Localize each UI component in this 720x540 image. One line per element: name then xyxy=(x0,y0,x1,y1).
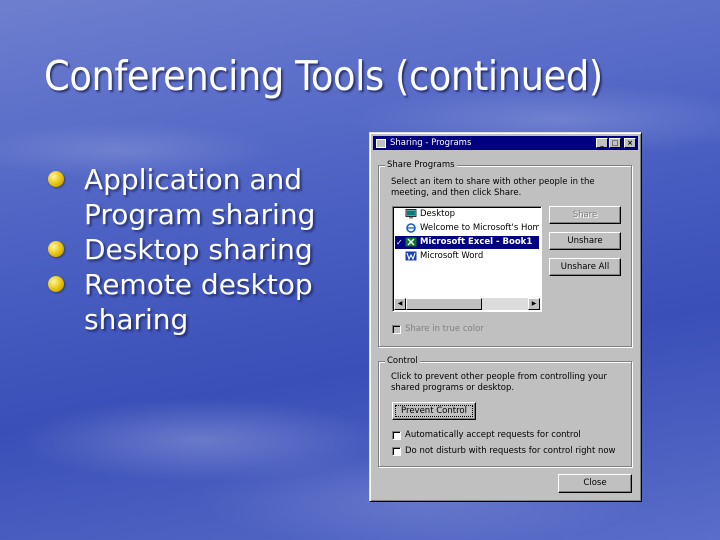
program-list-item[interactable]: Microsoft Word xyxy=(395,250,539,263)
bullet-dot-icon xyxy=(48,241,64,257)
window-app-icon[interactable] xyxy=(376,138,386,148)
checkbox-box[interactable] xyxy=(392,431,401,440)
bullet-dot-icon xyxy=(48,276,64,292)
checkbox-box[interactable] xyxy=(392,447,401,456)
program-list-item[interactable]: Welcome to Microsoft's Homep xyxy=(395,222,539,235)
dialog-title: Sharing - Programs xyxy=(390,138,472,148)
ie-icon xyxy=(405,222,417,233)
close-button[interactable]: Close xyxy=(558,474,632,493)
bullet-item: Desktop sharing xyxy=(44,232,344,267)
control-instructions: Click to prevent other people from contr… xyxy=(391,372,607,393)
scroll-right-icon[interactable]: ▶ xyxy=(528,298,540,310)
dialog-title-bar[interactable]: Sharing - Programs _ □ × xyxy=(373,136,638,150)
minimize-button[interactable]: _ xyxy=(596,138,608,148)
slide-title: Conferencing Tools (continued) xyxy=(44,52,603,100)
scroll-thumb[interactable] xyxy=(406,298,482,310)
sharing-programs-dialog: Sharing - Programs _ □ × Share Programs … xyxy=(369,132,642,502)
bullet-item: Application and Program sharing xyxy=(44,162,344,232)
bullet-list: Application and Program sharing Desktop … xyxy=(44,162,344,337)
control-legend: Control xyxy=(385,356,420,367)
program-label: Microsoft Word xyxy=(420,251,484,261)
control-group: Control Click to prevent other people fr… xyxy=(378,356,632,467)
share-instructions: Select an item to share with other peopl… xyxy=(391,177,595,198)
excel-icon xyxy=(405,237,417,247)
bullet-text: Application and Program sharing xyxy=(84,163,316,231)
program-label: Welcome to Microsoft's Homep xyxy=(420,223,539,233)
bullet-text: Desktop sharing xyxy=(84,233,313,266)
close-window-button[interactable]: × xyxy=(624,138,636,148)
bullet-item: Remote desktop sharing xyxy=(44,267,344,337)
auto-accept-label: Automatically accept requests for contro… xyxy=(405,430,581,440)
unshare-all-button[interactable]: Unshare All xyxy=(549,258,621,276)
program-list-item[interactable]: Desktop xyxy=(395,208,539,221)
program-list-item-selected[interactable]: ✓ Microsoft Excel - Book1 xyxy=(395,236,539,249)
desktop-icon xyxy=(405,208,417,219)
true-color-label: Share in true color xyxy=(405,324,484,334)
share-button[interactable]: Share xyxy=(549,206,621,224)
bullet-dot-icon xyxy=(48,171,64,187)
shared-check-icon: ✓ xyxy=(396,238,403,247)
scroll-left-icon[interactable]: ◀ xyxy=(394,298,406,310)
share-programs-group: Share Programs Select an item to share w… xyxy=(378,160,632,347)
unshare-button[interactable]: Unshare xyxy=(549,232,621,250)
prevent-control-button[interactable]: Prevent Control xyxy=(392,402,476,420)
true-color-checkbox[interactable]: Share in true color xyxy=(392,324,484,335)
horizontal-scrollbar[interactable]: ◀ ▶ xyxy=(394,298,540,310)
do-not-disturb-checkbox[interactable]: Do not disturb with requests for control… xyxy=(392,446,616,457)
do-not-disturb-label: Do not disturb with requests for control… xyxy=(405,446,616,456)
maximize-button[interactable]: □ xyxy=(609,138,621,148)
checkbox-box[interactable] xyxy=(392,325,401,334)
share-programs-legend: Share Programs xyxy=(385,160,457,171)
program-label: Microsoft Excel - Book1 xyxy=(420,237,533,247)
word-icon xyxy=(405,251,417,261)
bullet-text: Remote desktop sharing xyxy=(84,268,313,336)
program-label: Desktop xyxy=(420,209,456,219)
program-list[interactable]: Desktop Welcome to Microsoft's Homep ✓ M… xyxy=(392,206,542,312)
auto-accept-checkbox[interactable]: Automatically accept requests for contro… xyxy=(392,430,581,441)
